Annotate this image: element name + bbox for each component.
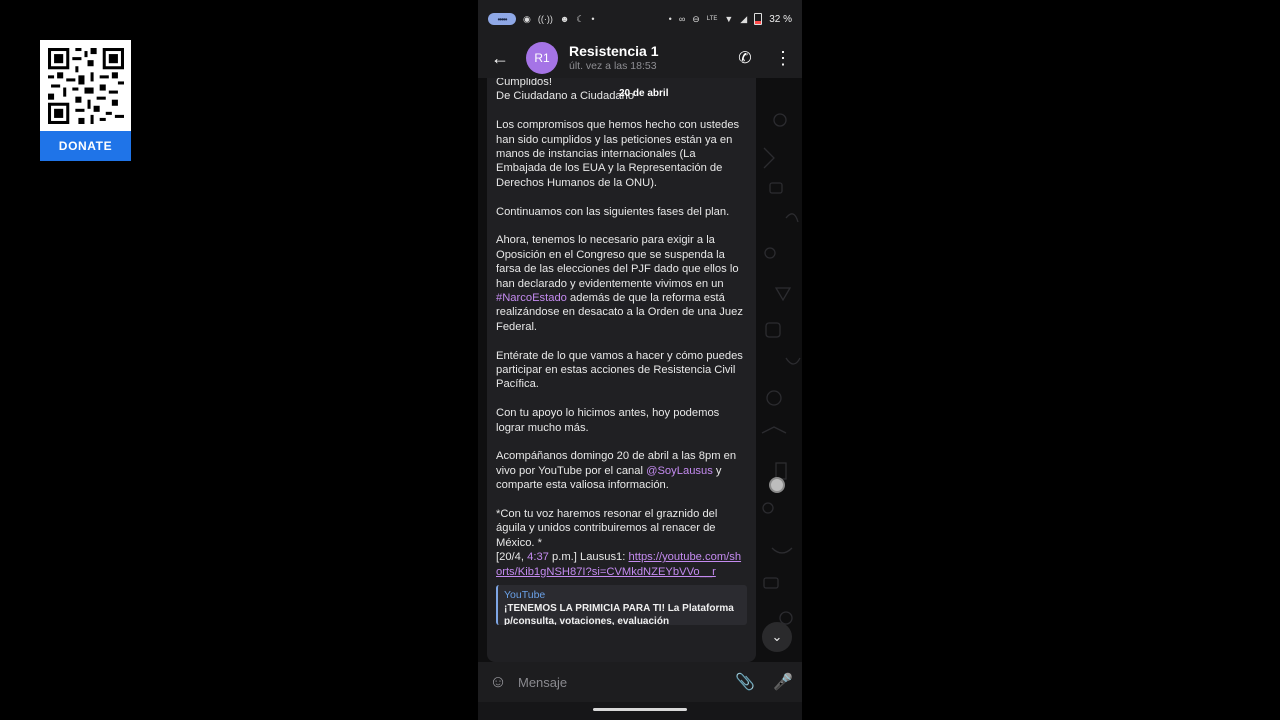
scroll-thumb[interactable] xyxy=(769,477,785,493)
phone-icon[interactable]: ✆ xyxy=(726,48,764,68)
link-icon: ∞ xyxy=(678,14,686,24)
preview-title: ¡TENEMOS LA PRIMICIA PARA TI! La Platafo… xyxy=(504,603,734,626)
chat-header: ← R1 Resistencia 1 últ. vez a las 18:53 … xyxy=(478,38,802,78)
chevron-down-icon[interactable]: ⌄ xyxy=(762,622,792,652)
hotspot-icon: ((·)) xyxy=(537,14,553,24)
wifi-icon: ▼ xyxy=(724,14,734,24)
call-pill-icon: ••••• xyxy=(488,13,516,25)
navigation-bar xyxy=(478,702,802,720)
message-paragraph: Con tu apoyo lo hicimos antes, hoy podem… xyxy=(496,407,720,434)
record-icon: ◉ xyxy=(523,13,531,24)
preview-source: YouTube xyxy=(504,589,546,602)
mention-link[interactable]: @SoyLausus xyxy=(646,465,713,477)
donate-card[interactable]: DONATE xyxy=(40,40,131,161)
last-seen-status: últ. vez a las 18:53 xyxy=(569,60,657,72)
avatar[interactable]: R1 xyxy=(526,42,558,74)
message-paragraph: Entérate de lo que vamos a hacer y cómo … xyxy=(496,349,743,391)
signal-icon: ◢ xyxy=(740,13,748,24)
app-notification-icon: ☻ xyxy=(559,14,570,24)
moon-icon: ☾ xyxy=(576,13,585,24)
message-paragraph: Los compromisos que hemos hecho con uste… xyxy=(496,119,740,189)
message-paragraph: *Con tu voz haremos resonar el graznido … xyxy=(496,508,718,549)
donate-button[interactable]: DONATE xyxy=(40,131,131,161)
wallpaper-doodles xyxy=(761,113,801,625)
back-arrow-icon[interactable]: ← xyxy=(478,48,522,69)
more-vert-icon[interactable]: ⋮ xyxy=(764,48,802,69)
chat-title: Resistencia 1 xyxy=(569,43,659,59)
date-chip: 20 de abril xyxy=(619,88,669,99)
message-input-bar: ☺ Mensaje 📎 🎤 xyxy=(478,662,802,702)
quoted-message: [20/4, 4:37 p.m.] Lausus1: https://youtu… xyxy=(496,551,742,578)
message-bubble[interactable]: 20 de abril Cumplidos! De Ciudadano a Ci… xyxy=(487,78,756,662)
do-not-disturb-icon: ⊖ xyxy=(692,13,700,24)
emoji-icon[interactable]: ☺ xyxy=(478,672,518,692)
qr-code-icon xyxy=(47,47,124,124)
link-preview-card[interactable]: YouTube ¡TENEMOS LA PRIMICIA PARA TI! La… xyxy=(496,585,747,626)
attach-icon[interactable]: 📎 xyxy=(726,672,764,692)
qr-code-image xyxy=(40,40,131,131)
message-paragraph: Continuamos con las siguientes fases del… xyxy=(496,205,730,218)
message-paragraph: Acompáñanos domingo 20 de abril a las 8p… xyxy=(496,450,737,492)
chat-area[interactable]: 20 de abril Cumplidos! De Ciudadano a Ci… xyxy=(478,78,802,662)
battery-icon xyxy=(754,13,763,25)
phone-screen: ••••• ◉ ((·)) ☻ ☾ • • ∞ ⊖ LTE ▼ ◢ 32 % ←… xyxy=(478,0,802,720)
battery-percent: 32 % xyxy=(769,13,792,25)
hashtag-link[interactable]: #NarcoEstado xyxy=(496,292,567,304)
message-paragraph: Ahora, tenemos lo necesario para exigir … xyxy=(496,234,743,333)
timestamp-link[interactable]: 4:37 xyxy=(527,551,549,563)
home-indicator[interactable] xyxy=(593,708,687,711)
dot-icon: • xyxy=(668,14,672,24)
more-notifications-dot-icon: • xyxy=(591,14,595,24)
chat-title-block[interactable]: Resistencia 1 últ. vez a las 18:53 xyxy=(569,43,726,73)
mic-icon[interactable]: 🎤 xyxy=(764,672,802,692)
message-input[interactable]: Mensaje xyxy=(518,675,726,690)
status-bar: ••••• ◉ ((·)) ☻ ☾ • • ∞ ⊖ LTE ▼ ◢ 32 % xyxy=(478,0,802,38)
volte-icon: LTE xyxy=(706,16,718,22)
